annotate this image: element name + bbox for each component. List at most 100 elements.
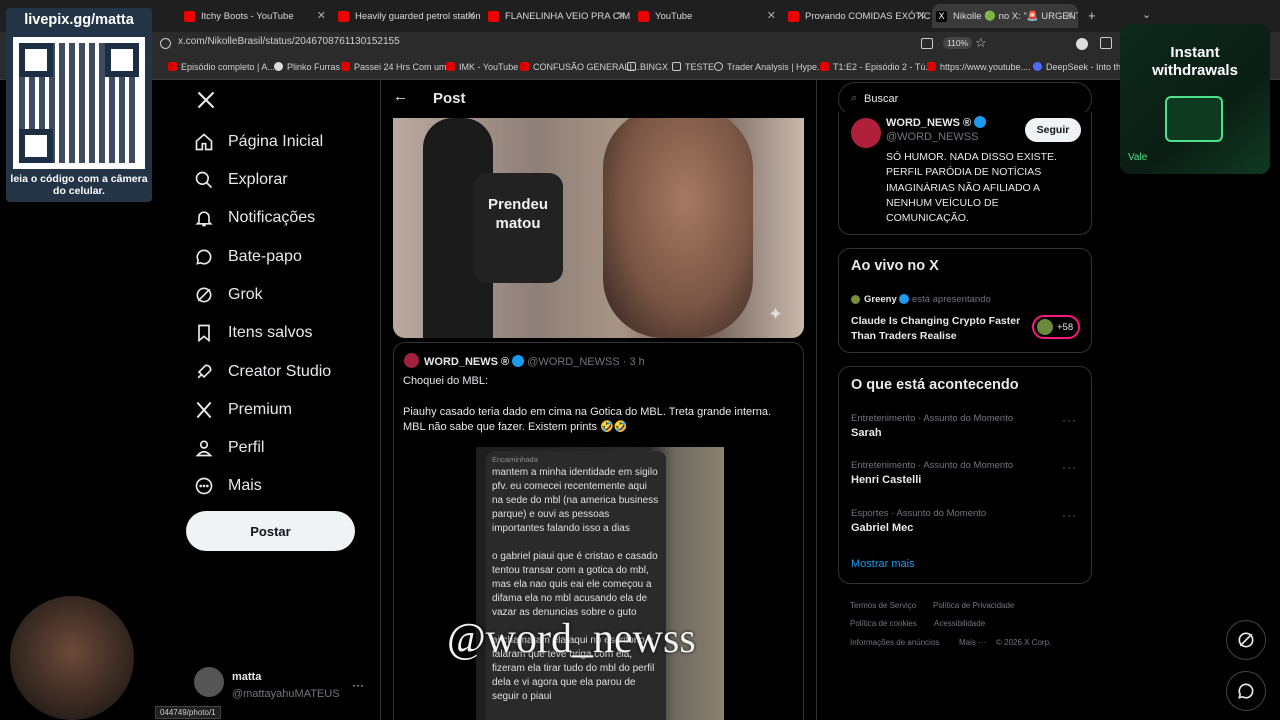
footer-link[interactable]: Política de cookies bbox=[850, 619, 917, 628]
footer-link[interactable]: Acessibilidade bbox=[934, 619, 985, 628]
account-name[interactable]: matta bbox=[232, 671, 261, 683]
close-tab-icon[interactable]: ✕ bbox=[917, 9, 926, 22]
trends-title: O que está acontecendo bbox=[851, 377, 1019, 393]
close-tab-icon[interactable]: ✕ bbox=[767, 9, 776, 22]
sidebar-item-bookmarks[interactable]: Itens salvos bbox=[194, 323, 312, 343]
chat-screenshot-image[interactable]: Encaminhada mantem a minha identidade em… bbox=[476, 447, 724, 720]
trend-more-icon[interactable]: ··· bbox=[1062, 413, 1077, 427]
search-input[interactable]: Buscar bbox=[864, 93, 898, 105]
screen-icon[interactable] bbox=[921, 38, 933, 49]
main-column: ← Post Prendeu matou ✦ WORD_NEWS ® @WORD… bbox=[380, 80, 817, 720]
zoom-level[interactable]: 110% bbox=[943, 37, 973, 49]
sidebar-item-notifications[interactable]: Notificações bbox=[194, 208, 315, 228]
account-more-icon[interactable]: ··· bbox=[352, 678, 364, 692]
trend-more-icon[interactable]: ··· bbox=[1062, 508, 1077, 522]
show-more-link[interactable]: Mostrar mais bbox=[851, 558, 915, 570]
youtube-icon bbox=[168, 62, 177, 71]
post-media[interactable]: Prendeu matou ✦ bbox=[393, 118, 804, 338]
x-logo-icon: X bbox=[936, 10, 947, 22]
trend-item[interactable]: Entretenimento · Assunto do Momento Sara… bbox=[851, 413, 1081, 439]
profile-avatar[interactable] bbox=[851, 118, 881, 148]
new-tab-icon[interactable]: + bbox=[1088, 8, 1096, 23]
bookmark-item[interactable]: CONFUSÃO GENERALI... bbox=[520, 62, 640, 72]
chat-icon bbox=[1238, 683, 1254, 699]
globe-icon bbox=[714, 62, 723, 71]
trend-more-icon[interactable]: ··· bbox=[1062, 460, 1077, 474]
host-name[interactable]: Greeny bbox=[864, 294, 897, 305]
quoted-post[interactable]: WORD_NEWS ® @WORD_NEWSS · 3 h Choquei do… bbox=[393, 342, 804, 720]
bookmark-item[interactable]: https://www.youtube.... bbox=[927, 62, 1031, 72]
close-tab-icon[interactable]: ✕ bbox=[317, 9, 326, 22]
browser-tab[interactable]: YouTube ✕ bbox=[634, 4, 780, 28]
browser-tab[interactable]: Provando COMIDAS EXÓTICAS ✕ bbox=[784, 4, 930, 28]
bookmark-item[interactable]: Plinko Furras bbox=[274, 62, 340, 72]
trend-item[interactable]: Esportes · Assunto do Momento Gabriel Me… bbox=[851, 508, 1081, 534]
close-tab-icon[interactable]: ✕ bbox=[1065, 9, 1074, 22]
youtube-icon bbox=[338, 10, 349, 22]
site-info-icon[interactable] bbox=[160, 38, 171, 49]
home-icon bbox=[195, 133, 213, 151]
user-icon bbox=[195, 440, 213, 457]
trend-name: Henri Castelli bbox=[851, 474, 922, 486]
messages-fab[interactable] bbox=[1226, 671, 1266, 711]
sidebar-item-profile[interactable]: Perfil bbox=[194, 438, 264, 458]
account-handle: @mattayahuMATEUS bbox=[232, 688, 340, 700]
sidebar-item-chat[interactable]: Bate-papo bbox=[194, 247, 302, 267]
follow-button[interactable]: Seguir bbox=[1025, 118, 1081, 142]
grok-icon bbox=[196, 287, 212, 303]
bookmark-folder[interactable]: BINGX bbox=[627, 62, 668, 72]
search-bar[interactable]: ⌕ Buscar bbox=[838, 82, 1092, 116]
close-tab-icon[interactable]: ✕ bbox=[467, 9, 476, 22]
bookmark-item[interactable]: T1:E2 - Episódio 2 - Tú... bbox=[820, 62, 933, 72]
ad-small-text: Vale bbox=[1128, 152, 1148, 163]
bookmark-star-icon[interactable]: ☆ bbox=[975, 35, 987, 51]
live-listeners[interactable]: +58 bbox=[1032, 315, 1080, 339]
browser-tab-active[interactable]: X Nikolle 🟢 no X: "🚨 URGENTE ✕ bbox=[932, 4, 1078, 28]
avatar[interactable] bbox=[194, 667, 224, 697]
trends-card: O que está acontecendo Entretenimento · … bbox=[838, 366, 1092, 584]
ad-title-line1: Instant bbox=[1170, 44, 1220, 61]
footer-link[interactable]: Termos de Serviço bbox=[850, 601, 916, 610]
browser-tab[interactable]: FLANELINHA VEIO PRA CIMA, D✕ bbox=[484, 4, 630, 28]
x-logo-icon[interactable] bbox=[196, 90, 216, 110]
status-url: 044749/photo/1 bbox=[155, 706, 221, 719]
url-field[interactable]: x.com/NikolleBrasil/status/2046708761130… bbox=[178, 36, 400, 47]
extension-icon[interactable] bbox=[1076, 38, 1088, 50]
folder-icon bbox=[627, 62, 636, 71]
footer-link[interactable]: Mais ··· bbox=[959, 638, 986, 647]
close-tab-icon[interactable]: ✕ bbox=[617, 9, 626, 22]
bookmark-item[interactable]: Passei 24 Hrs Com um... bbox=[341, 62, 454, 72]
grok-fab[interactable] bbox=[1226, 620, 1266, 660]
youtube-icon bbox=[638, 10, 649, 22]
extensions-puzzle-icon[interactable] bbox=[1100, 37, 1112, 49]
search-icon bbox=[195, 171, 213, 189]
sidebar-item-creator-studio[interactable]: Creator Studio bbox=[194, 362, 331, 382]
quoted-text-body: Piauhy casado teria dado em cima na Goti… bbox=[403, 406, 772, 433]
sidebar-item-home[interactable]: Página Inicial bbox=[194, 132, 323, 152]
sidebar-item-grok[interactable]: Grok bbox=[194, 285, 263, 305]
bookmark-item[interactable]: DeepSeek - Into the bbox=[1033, 62, 1126, 72]
footer-link[interactable]: Informações de anúncios bbox=[850, 638, 939, 647]
shirt-text: Prendeu matou bbox=[487, 196, 548, 232]
post-button[interactable]: Postar bbox=[186, 511, 355, 551]
person-face bbox=[603, 118, 753, 338]
browser-tab[interactable]: Heavily guarded petrol stations ✕ bbox=[334, 4, 480, 28]
bookmark-item[interactable]: Episódio completo | A... bbox=[168, 62, 275, 72]
bookmark-folder[interactable]: TESTE bbox=[672, 62, 714, 72]
tab-list-icon[interactable]: ⌄ bbox=[1142, 8, 1151, 21]
bookmark-icon bbox=[198, 324, 210, 343]
youtube-icon bbox=[927, 62, 936, 71]
live-title: Ao vivo no X bbox=[851, 258, 939, 274]
sidebar-item-premium[interactable]: Premium bbox=[194, 400, 292, 420]
bookmark-item[interactable]: IMK - YouTube bbox=[446, 62, 518, 72]
back-arrow-icon[interactable]: ← bbox=[393, 88, 408, 105]
footer-link[interactable]: Política de Privacidade bbox=[933, 601, 1014, 610]
trend-item[interactable]: Entretenimento · Assunto do Momento Henr… bbox=[851, 460, 1081, 486]
sidebar-item-explore[interactable]: Explorar bbox=[194, 170, 288, 190]
profile-name[interactable]: WORD_NEWS ® bbox=[886, 117, 971, 129]
sidebar-item-more[interactable]: Mais bbox=[194, 476, 262, 496]
bookmark-item[interactable]: Trader Analysis | Hype... bbox=[714, 62, 825, 72]
browser-tab[interactable]: Itchy Boots - YouTube ✕ bbox=[180, 4, 330, 28]
live-stream-title[interactable]: Claude Is Changing Crypto Faster Than Tr… bbox=[851, 314, 1021, 344]
youtube-icon bbox=[488, 10, 499, 22]
